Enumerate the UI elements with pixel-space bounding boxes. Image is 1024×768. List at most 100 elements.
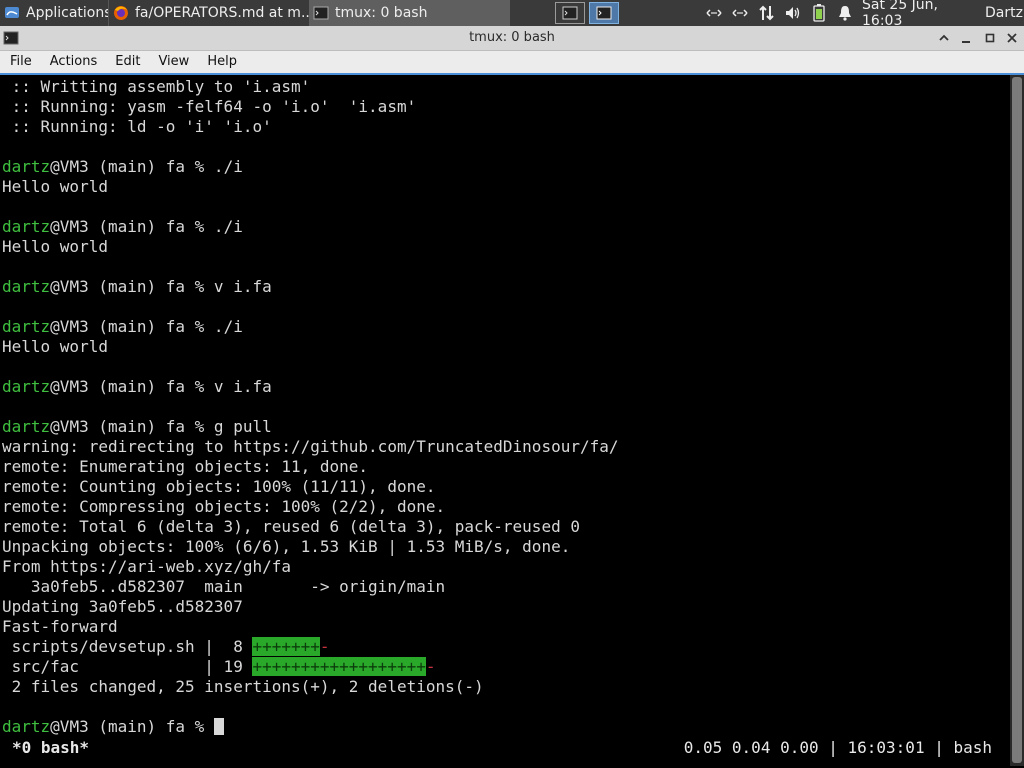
diffstat-insertions: ++++++++++++++++++ [252, 657, 426, 676]
terminal-icon [562, 6, 578, 20]
network-icon[interactable] [729, 0, 751, 26]
terminal-text: scripts/devsetup.sh | 8 [2, 637, 253, 656]
terminal-text: @VM3 (main) fa % v i.fa [50, 377, 272, 396]
terminal-line: Hello world [2, 337, 1008, 357]
terminal-line: warning: redirecting to https://github.c… [2, 437, 1008, 457]
terminal-line: remote: Total 6 (delta 3), reused 6 (del… [2, 517, 1008, 537]
terminal-line: Updating 3a0feb5..d582307 [2, 597, 1008, 617]
terminal-line: remote: Counting objects: 100% (11/11), … [2, 477, 1008, 497]
terminal-text: @VM3 (main) fa % g pull [50, 417, 272, 436]
terminal-line: dartz@VM3 (main) fa % v i.fa [2, 377, 1008, 397]
workspace-1[interactable] [555, 2, 585, 24]
terminal-output[interactable]: :: Writting assembly to 'i.asm' :: Runni… [2, 77, 1008, 767]
terminal-line: :: Running: ld -o 'i' 'i.o' [2, 117, 1008, 137]
terminal-text: Hello world [2, 177, 108, 196]
terminal-text: src/fac | 19 [2, 657, 253, 676]
minimize-icon [962, 41, 970, 43]
menu-actions[interactable]: Actions [41, 51, 107, 73]
menu-bar: File Actions Edit View Help [0, 51, 1024, 73]
terminal-line: scripts/devsetup.sh | 8 +++++++- [2, 637, 1008, 657]
terminal-line: Hello world [2, 237, 1008, 257]
shade-button[interactable] [935, 29, 953, 47]
terminal-line: src/fac | 19 ++++++++++++++++++- [2, 657, 1008, 677]
terminal-text: @VM3 (main) fa % ./i [50, 157, 243, 176]
terminal-line: :: Writting assembly to 'i.asm' [2, 77, 1008, 97]
network-icon[interactable] [703, 0, 725, 26]
volume-icon[interactable] [782, 0, 804, 26]
prompt-username: dartz [2, 157, 51, 176]
terminal-line: dartz@VM3 (main) fa % v i.fa [2, 277, 1008, 297]
menu-help[interactable]: Help [198, 51, 246, 73]
terminal-text: Hello world [2, 337, 108, 356]
terminal-area[interactable]: :: Writting assembly to 'i.asm' :: Runni… [0, 73, 1024, 768]
scrollbar[interactable] [1010, 75, 1024, 766]
menu-edit[interactable]: Edit [106, 51, 149, 73]
terminal-text: From https://ari-web.xyz/gh/fa [2, 557, 291, 576]
tmux-status-right: 0.05 0.04 0.00 | 16:03:01 | bash [683, 738, 992, 757]
terminal-line: dartz@VM3 (main) fa % [2, 717, 1008, 737]
applications-menu-button[interactable]: Applications [0, 0, 108, 26]
taskbar-terminal[interactable]: tmux: 0 bash [309, 0, 510, 26]
terminal-line: dartz@VM3 (main) fa % ./i [2, 217, 1008, 237]
terminal-text: :: Running: ld -o 'i' 'i.o' [2, 117, 272, 136]
window-titlebar[interactable]: tmux: 0 bash [0, 26, 1024, 51]
window-title: tmux: 0 bash [469, 30, 555, 45]
menu-view[interactable]: View [149, 51, 198, 73]
prompt-username: dartz [2, 217, 51, 236]
terminal-icon [596, 6, 612, 20]
terminal-line: Unpacking objects: 100% (6/6), 1.53 KiB … [2, 537, 1008, 557]
clock[interactable]: Sat 25 Jun, 16:03 [862, 0, 982, 29]
prompt-username: dartz [2, 317, 51, 336]
prompt-username: dartz [2, 417, 51, 436]
scrollbar-thumb[interactable] [1012, 77, 1022, 763]
terminal-text: remote: Total 6 (delta 3), reused 6 (del… [2, 517, 580, 536]
prompt-username: dartz [2, 377, 51, 396]
terminal-text: remote: Compressing objects: 100% (2/2),… [2, 497, 446, 516]
tmux-status-bar: *0 bash* 0.05 0.04 0.00 | 16:03:01 | bas… [2, 738, 1008, 758]
terminal-text: remote: Enumerating objects: 11, done. [2, 457, 369, 476]
prompt-username: dartz [2, 717, 51, 736]
minimize-button[interactable] [957, 29, 975, 47]
taskbar-firefox[interactable]: fa/OPERATORS.md at m... [108, 0, 309, 26]
terminal-line: remote: Compressing objects: 100% (2/2),… [2, 497, 1008, 517]
xfce-logo-icon [5, 7, 19, 18]
terminal-line: remote: Enumerating objects: 11, done. [2, 457, 1008, 477]
notification-bell-icon[interactable] [834, 0, 856, 26]
terminal-text: @VM3 (main) fa % ./i [50, 217, 243, 236]
close-icon [1007, 33, 1017, 43]
user-menu[interactable]: Dartz [984, 0, 1024, 26]
battery-icon[interactable] [808, 0, 830, 26]
applications-label: Applications [26, 5, 108, 21]
network-transfer-icon[interactable] [756, 0, 778, 26]
terminal-line: dartz@VM3 (main) fa % ./i [2, 157, 1008, 177]
chevron-up-icon [939, 34, 949, 41]
terminal-text: Updating 3a0feb5..d582307 [2, 597, 243, 616]
terminal-text: @VM3 (main) fa % [50, 717, 214, 736]
terminal-text: :: Running: yasm -felf64 -o 'i.o' 'i.asm… [2, 97, 417, 116]
diffstat-deletions: - [425, 657, 436, 676]
terminal-line: Fast-forward [2, 617, 1008, 637]
taskbar-terminal-label: tmux: 0 bash [335, 5, 428, 21]
terminal-text: remote: Counting objects: 100% (11/11), … [2, 477, 436, 496]
terminal-line: Hello world [2, 177, 1008, 197]
workspace-2[interactable] [589, 2, 619, 24]
firefox-icon [114, 6, 128, 20]
terminal-text: Unpacking objects: 100% (6/6), 1.53 KiB … [2, 537, 571, 556]
terminal-text: Hello world [2, 237, 108, 256]
terminal-icon [313, 6, 329, 20]
close-button[interactable] [1003, 29, 1021, 47]
diffstat-deletions: - [319, 637, 330, 656]
terminal-text: :: Writting assembly to 'i.asm' [2, 77, 311, 96]
tmux-window-list[interactable]: *0 bash* [12, 738, 89, 758]
maximize-button[interactable] [981, 29, 999, 47]
terminal-cursor [213, 718, 224, 735]
menu-file[interactable]: File [0, 51, 41, 73]
terminal-text: @VM3 (main) fa % v i.fa [50, 277, 272, 296]
